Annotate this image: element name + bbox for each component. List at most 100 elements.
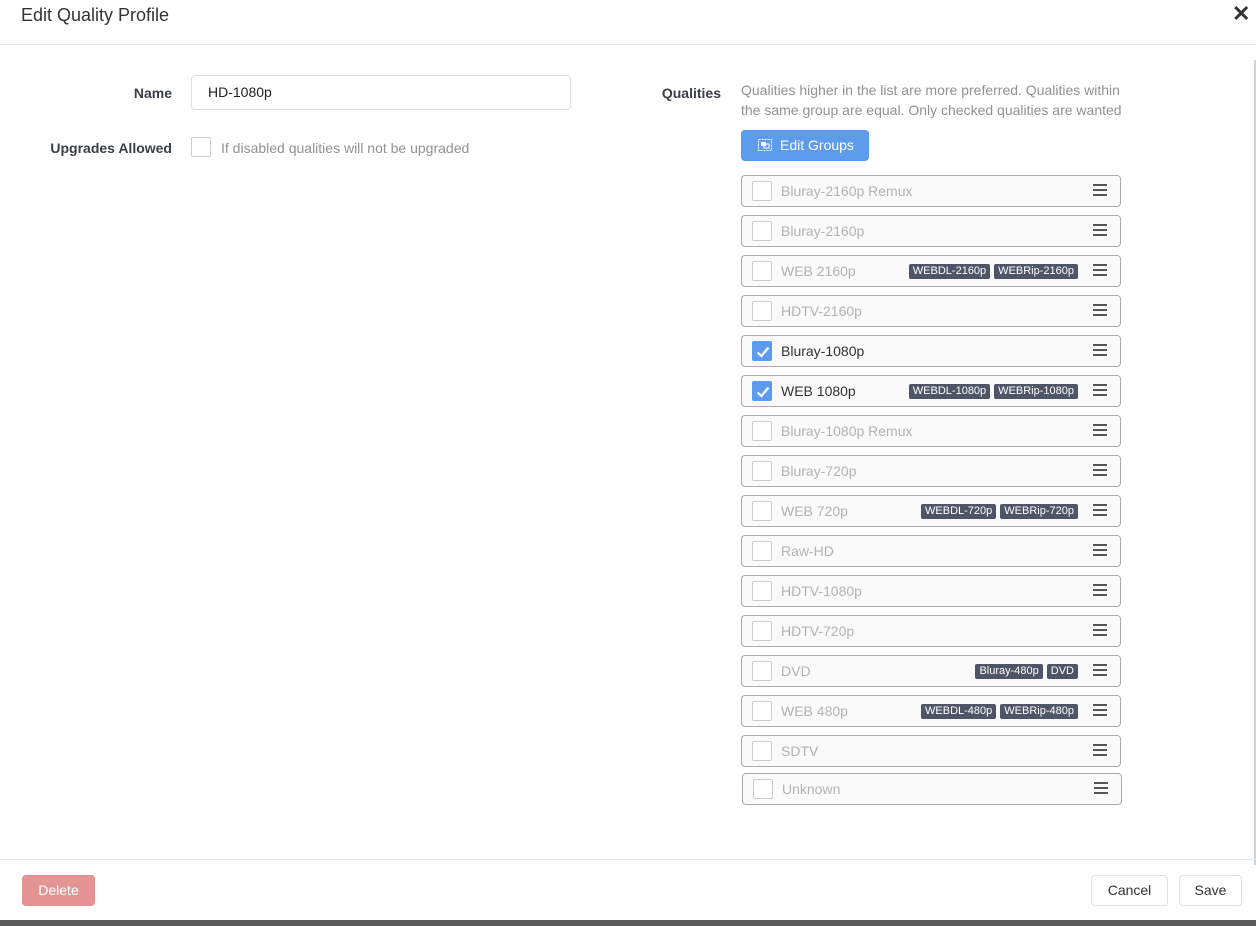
check-icon [756,386,770,398]
quality-name: Bluray-1080p Remux [781,423,913,439]
drag-handle-icon[interactable] [1093,304,1107,316]
quality-name: WEB 1080p [781,383,856,399]
quality-checkbox[interactable] [752,621,772,641]
drag-handle-icon[interactable] [1093,344,1107,356]
quality-checkbox[interactable] [752,661,772,681]
drag-handle-icon[interactable] [1093,664,1107,676]
quality-tag: WEBDL-1080p [908,384,991,399]
drag-handle-icon[interactable] [1094,782,1108,794]
quality-tag: DVD [1046,664,1078,679]
quality-item[interactable]: Bluray-1080p [741,335,1121,367]
quality-name: Unknown [782,781,841,797]
quality-tag: WEBDL-480p [921,704,997,719]
quality-item[interactable]: WEB 720p WEBDL-720p WEBRip-720p [741,495,1121,527]
quality-tags: WEBDL-720p WEBRip-720p [921,504,1078,519]
bottom-bar [0,920,1256,926]
quality-item[interactable]: Unknown [742,773,1122,805]
quality-name: SDTV [781,743,819,759]
quality-item[interactable]: DVD Bluray-480p DVD [741,655,1121,687]
name-input[interactable]: HD-1080p [191,75,571,110]
quality-checkbox[interactable] [752,221,772,241]
quality-item[interactable]: Raw-HD [741,535,1121,567]
drag-handle-icon[interactable] [1093,704,1107,716]
edit-groups-button[interactable]: Edit Groups [741,130,869,161]
quality-name: Bluray-2160p [781,223,865,239]
qualities-label: Qualities [661,85,721,101]
quality-checkbox[interactable] [752,261,772,281]
drag-handle-icon[interactable] [1093,224,1107,236]
modal-footer [0,859,1256,920]
quality-tags: WEBDL-480p WEBRip-480p [921,704,1078,719]
close-icon[interactable]: ✕ [1232,3,1250,25]
upgrades-allowed-help: If disabled qualities will not be upgrad… [221,140,470,156]
quality-tag: WEBDL-720p [921,504,997,519]
delete-button[interactable]: Delete [22,875,95,906]
quality-checkbox[interactable] [752,461,772,481]
quality-checkbox[interactable] [752,741,772,761]
modal-title: Edit Quality Profile [21,5,170,25]
quality-tags: WEBDL-2160p WEBRip-2160p [908,264,1078,279]
drag-handle-icon[interactable] [1093,464,1107,476]
quality-item[interactable]: HDTV-2160p [741,295,1121,327]
quality-checkbox[interactable] [752,181,772,201]
quality-checkbox[interactable] [752,701,772,721]
qualities-help: Qualities higher in the list are more pr… [741,82,1122,118]
quality-tag: Bluray-480p [975,664,1043,679]
quality-tag: WEBRip-720p [1000,504,1078,519]
cancel-button[interactable]: Cancel [1091,875,1168,906]
quality-tag: WEBDL-2160p [908,264,991,279]
upgrades-allowed-checkbox[interactable] [191,137,211,157]
drag-handle-icon[interactable] [1093,504,1107,516]
edit-groups-label: Edit Groups [780,137,854,153]
edit-quality-profile-modal: Edit Quality Profile ✕ Name HD-1080p Upg… [0,0,1256,920]
quality-item[interactable]: HDTV-1080p [741,575,1121,607]
quality-name: HDTV-2160p [781,303,862,319]
quality-item[interactable]: WEB 480p WEBDL-480p WEBRip-480p [741,695,1121,727]
quality-name: WEB 480p [781,703,848,719]
quality-name: WEB 720p [781,503,848,519]
quality-item[interactable]: WEB 2160p WEBDL-2160p WEBRip-2160p [741,255,1121,287]
quality-checkbox[interactable] [752,541,772,561]
quality-item[interactable]: Bluray-1080p Remux [741,415,1121,447]
check-icon [756,346,770,358]
quality-tag: WEBRip-1080p [994,384,1078,399]
save-button[interactable]: Save [1179,875,1242,906]
quality-checkbox[interactable] [752,341,772,361]
quality-item[interactable]: Bluray-720p [741,455,1121,487]
object-group-icon [758,139,772,151]
quality-name: WEB 2160p [781,263,856,279]
quality-item[interactable]: Bluray-2160p Remux [741,175,1121,207]
drag-handle-icon[interactable] [1093,744,1107,756]
drag-handle-icon[interactable] [1093,184,1107,196]
name-label: Name [133,85,172,101]
quality-checkbox[interactable] [752,581,772,601]
quality-name: HDTV-720p [781,623,855,639]
upgrades-allowed-label: Upgrades Allowed [50,140,172,156]
quality-item[interactable]: HDTV-720p [741,615,1121,647]
quality-item[interactable]: WEB 1080p WEBDL-1080p WEBRip-1080p [741,375,1121,407]
modal-header: Edit Quality Profile ✕ [0,0,1256,45]
quality-tags: Bluray-480p DVD [975,664,1078,679]
quality-tag: WEBRip-480p [1000,704,1078,719]
quality-checkbox[interactable] [752,421,772,441]
quality-checkbox[interactable] [752,381,772,401]
drag-handle-icon[interactable] [1093,624,1107,636]
quality-name: Raw-HD [781,543,834,559]
quality-name: DVD [781,663,811,679]
drag-handle-icon[interactable] [1093,384,1107,396]
quality-name: Bluray-720p [781,463,857,479]
drag-handle-icon[interactable] [1093,584,1107,596]
quality-item[interactable]: Bluray-2160p [741,215,1121,247]
drag-handle-icon[interactable] [1093,264,1107,276]
drag-handle-icon[interactable] [1093,424,1107,436]
quality-name: HDTV-1080p [781,583,862,599]
quality-checkbox[interactable] [752,501,772,521]
quality-item[interactable]: SDTV [741,735,1121,767]
quality-tags: WEBDL-1080p WEBRip-1080p [908,384,1078,399]
quality-checkbox[interactable] [752,301,772,321]
quality-checkbox[interactable] [753,779,773,799]
quality-tag: WEBRip-2160p [994,264,1078,279]
quality-name: Bluray-1080p [781,343,865,359]
drag-handle-icon[interactable] [1093,544,1107,556]
quality-name: Bluray-2160p Remux [781,183,913,199]
